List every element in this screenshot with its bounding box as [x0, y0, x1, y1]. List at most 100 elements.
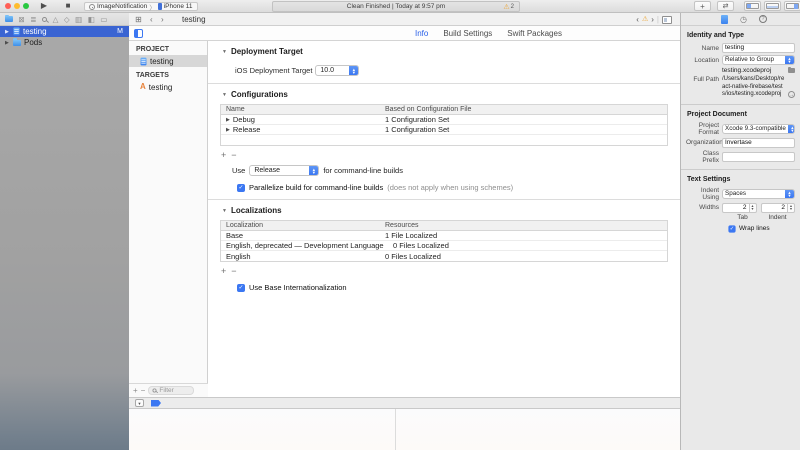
- warning-badge[interactable]: ⚠ 2: [503, 2, 514, 12]
- toggle-projects-list-icon[interactable]: [134, 29, 143, 38]
- column-header-resources[interactable]: Resources: [381, 222, 667, 229]
- table-row[interactable]: English 0 Files Localized: [221, 251, 667, 261]
- row-disclosure-icon[interactable]: ▶: [226, 117, 230, 123]
- indent-width-stepper[interactable]: ▲▼: [788, 203, 795, 213]
- localization-name: English: [221, 252, 381, 261]
- tab-width-stepper[interactable]: ▲▼: [750, 203, 757, 213]
- popup-chevrons-icon: ▲▼: [788, 125, 795, 133]
- symbol-navigator-icon[interactable]: ≣: [30, 15, 36, 24]
- toggle-inspector-button[interactable]: [784, 1, 800, 11]
- breakpoint-navigator-icon[interactable]: ◧: [88, 15, 95, 24]
- pods-folder-icon: [13, 40, 21, 46]
- popup-value: Xcode 9.3-compatible: [723, 125, 788, 133]
- row-disclosure-icon[interactable]: ▶: [226, 127, 230, 133]
- scheme-selector[interactable]: ImageNotification 〉 iPhone 11: [84, 2, 198, 11]
- navigator-item-pods[interactable]: ▶ Pods: [0, 37, 129, 48]
- debug-area: [129, 409, 680, 450]
- parallelize-checkbox[interactable]: ✓: [237, 184, 245, 192]
- add-localization-button[interactable]: +: [221, 266, 231, 276]
- editor-options-icon[interactable]: [662, 16, 672, 24]
- toggle-debug-area-button[interactable]: [764, 1, 781, 11]
- zoom-window-button[interactable]: [23, 3, 29, 9]
- section-disclosure-icon[interactable]: ▼: [222, 92, 227, 98]
- section-disclosure-icon[interactable]: ▼: [222, 208, 227, 214]
- section-disclosure-icon[interactable]: ▼: [222, 49, 227, 55]
- base-internationalization-checkbox[interactable]: ✓: [237, 284, 245, 292]
- table-row[interactable]: ▶Debug 1 Configuration Set: [221, 115, 667, 125]
- popup-value: Spaces: [723, 190, 785, 198]
- next-issue-icon[interactable]: ›: [651, 15, 654, 24]
- section-title: Localizations: [231, 206, 282, 215]
- command-line-config-popup[interactable]: Release ▲▼: [249, 165, 319, 176]
- remove-configuration-button[interactable]: −: [231, 150, 241, 160]
- tab-build-settings[interactable]: Build Settings: [443, 29, 492, 38]
- toggle-navigator-button[interactable]: [744, 1, 761, 11]
- localization-resources: 1 File Localized: [381, 231, 667, 240]
- config-value: 1 Configuration Set: [381, 115, 667, 124]
- issue-warning-icon[interactable]: ⚠: [642, 16, 648, 23]
- tab-overview-icon[interactable]: ⊞: [135, 15, 142, 24]
- table-row[interactable]: English, deprecated — Development Langua…: [221, 241, 667, 251]
- tab-title[interactable]: testing: [182, 15, 206, 24]
- project-format-popup[interactable]: Xcode 9.3-compatible ▲▼: [722, 124, 795, 134]
- tab-info[interactable]: Info: [415, 29, 428, 38]
- project-item-label: testing: [150, 57, 174, 66]
- add-target-button[interactable]: +: [133, 386, 138, 395]
- table-row[interactable]: Base 1 File Localized: [221, 231, 667, 241]
- tab-width-field[interactable]: 2: [722, 203, 750, 213]
- section-deployment-target[interactable]: ▼ Deployment Target: [208, 41, 680, 56]
- organization-field[interactable]: Invertase: [722, 138, 795, 148]
- previous-issue-icon[interactable]: ‹: [636, 15, 639, 24]
- add-configuration-button[interactable]: +: [221, 150, 231, 160]
- column-header-based-on[interactable]: Based on Configuration File: [381, 106, 667, 113]
- navigator-item-testing[interactable]: ▶ testing M: [0, 26, 129, 37]
- class-prefix-field[interactable]: [722, 152, 795, 162]
- remove-target-button[interactable]: −: [141, 386, 146, 395]
- file-inspector-icon[interactable]: [721, 15, 728, 24]
- breakpoints-toggle-icon[interactable]: [151, 400, 161, 407]
- section-configurations[interactable]: ▼ Configurations: [208, 84, 680, 99]
- indent-width-field[interactable]: 2: [761, 203, 789, 213]
- choose-location-folder-icon[interactable]: [788, 68, 795, 73]
- ios-deployment-target-popup[interactable]: 10.0 ▲▼: [315, 65, 359, 76]
- column-header-localization[interactable]: Localization: [221, 222, 381, 229]
- go-back-icon[interactable]: ‹: [150, 15, 153, 24]
- issue-navigator-icon[interactable]: △: [53, 15, 59, 24]
- run-button[interactable]: ▶: [38, 1, 50, 11]
- section-localizations[interactable]: ▼ Localizations: [208, 200, 680, 215]
- test-navigator-icon[interactable]: ◇: [64, 15, 70, 24]
- indent-using-popup[interactable]: Spaces ▲▼: [722, 189, 795, 199]
- go-forward-icon[interactable]: ›: [161, 15, 164, 24]
- filter-input[interactable]: Filter: [148, 386, 194, 395]
- table-row[interactable]: ▶Release 1 Configuration Set: [221, 125, 667, 135]
- quick-help-inspector-icon[interactable]: ?: [759, 15, 767, 23]
- table-empty-row: [221, 135, 667, 145]
- debug-navigator-icon[interactable]: ▥: [75, 15, 82, 24]
- project-navigator-icon[interactable]: [5, 16, 13, 22]
- localizations-table: Localization Resources Base 1 File Local…: [220, 220, 668, 262]
- location-popup[interactable]: Relative to Group ▲▼: [722, 55, 795, 65]
- stop-button[interactable]: ■: [62, 1, 74, 11]
- name-field[interactable]: testing: [722, 43, 795, 53]
- disclosure-icon[interactable]: ▶: [5, 29, 10, 35]
- report-navigator-icon[interactable]: ▭: [100, 15, 107, 24]
- debug-area-disclosure-icon[interactable]: ▼: [135, 399, 144, 407]
- history-inspector-icon[interactable]: ◷: [740, 15, 747, 24]
- disclosure-icon[interactable]: ▶: [5, 40, 10, 46]
- column-header-name[interactable]: Name: [221, 106, 381, 113]
- open-in-finder-icon[interactable]: →: [788, 91, 795, 98]
- tab-swift-packages[interactable]: Swift Packages: [507, 29, 562, 38]
- find-navigator-icon[interactable]: [42, 17, 47, 22]
- source-control-navigator-icon[interactable]: ⊠: [19, 15, 25, 24]
- code-review-button[interactable]: ⇄: [717, 1, 734, 11]
- warning-count: 2: [511, 4, 514, 10]
- wrap-lines-checkbox[interactable]: ✓: [728, 225, 735, 232]
- target-item-testing[interactable]: A testing: [129, 81, 207, 93]
- minimize-window-button[interactable]: [14, 3, 20, 9]
- navigator-item-label: Pods: [24, 38, 42, 47]
- project-item-testing[interactable]: testing: [129, 55, 207, 67]
- debug-area-divider[interactable]: [395, 409, 396, 450]
- close-window-button[interactable]: [5, 3, 11, 9]
- library-add-button[interactable]: +: [694, 1, 711, 11]
- remove-localization-button[interactable]: −: [231, 266, 241, 276]
